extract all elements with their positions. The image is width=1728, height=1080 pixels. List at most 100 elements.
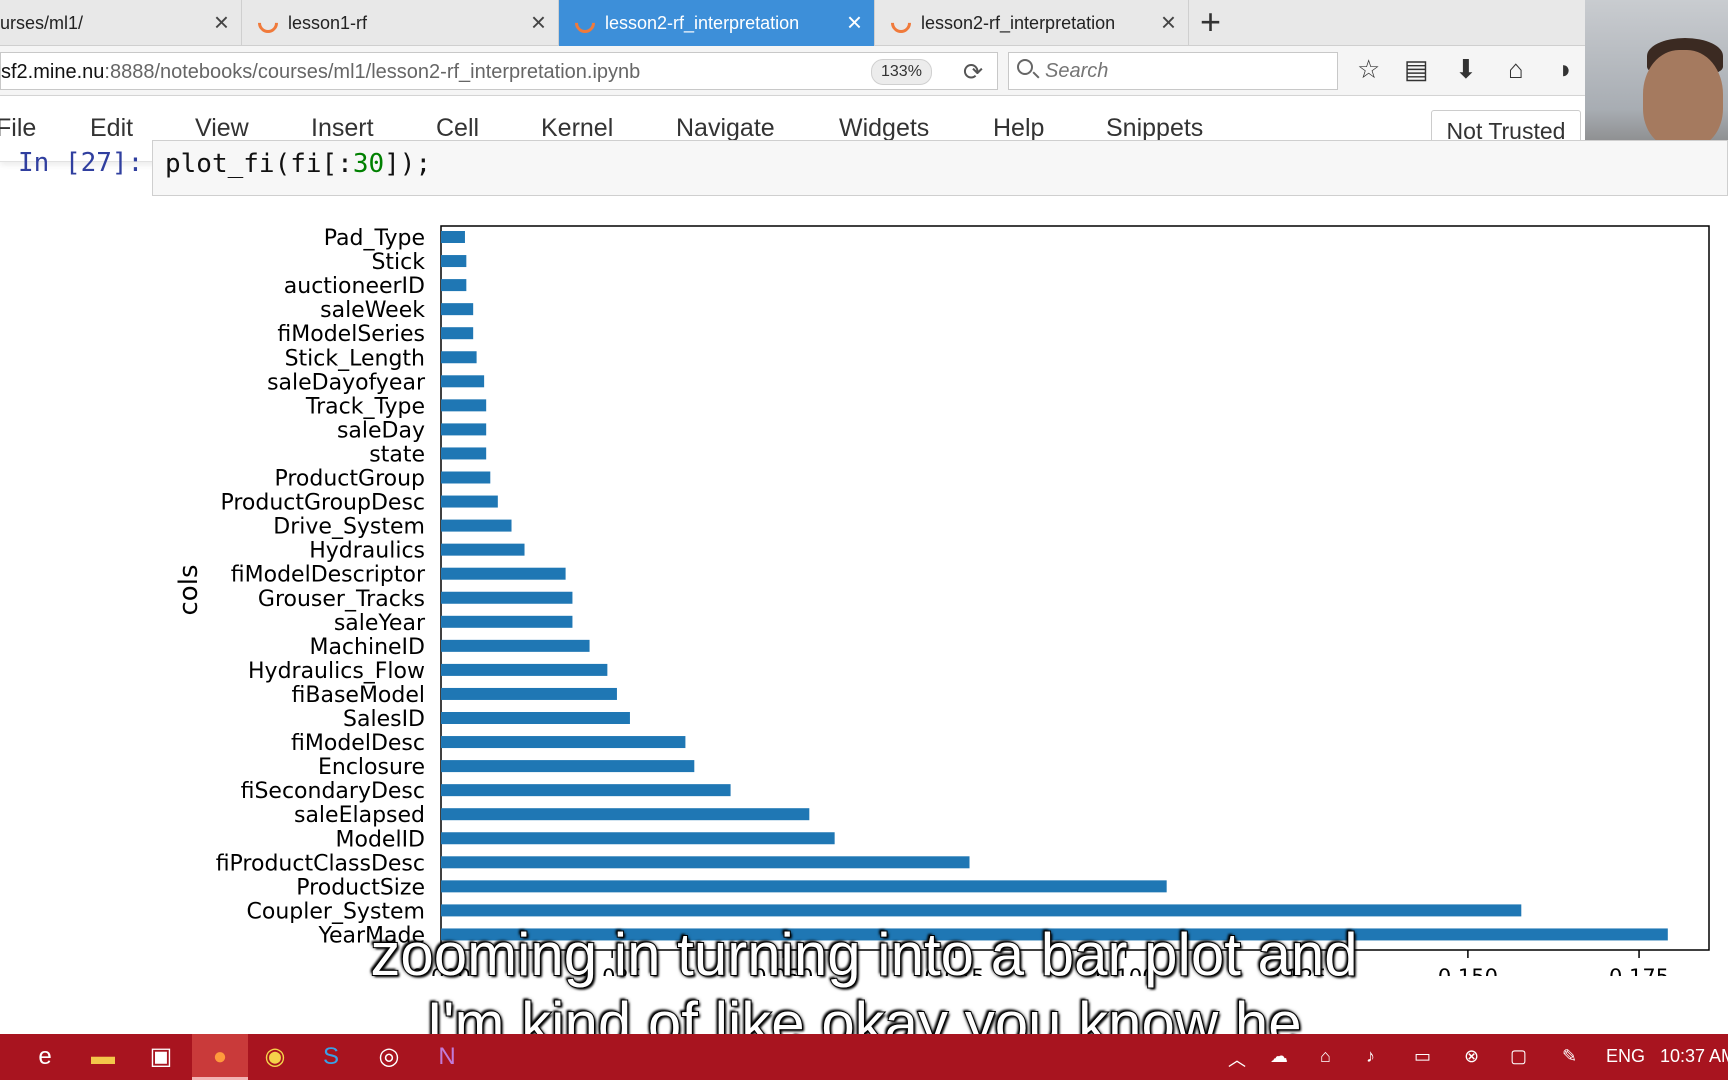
pocket-icon[interactable]: ◗ (1558, 54, 1574, 84)
subtitle-line: zooming in turning into a bar plot and (369, 921, 1358, 988)
bar-Enclosure (441, 760, 695, 773)
menu-cell[interactable]: Cell (436, 114, 479, 143)
feature-importance-chart: Pad_TypeStickauctioneerIDsaleWeekfiModel… (174, 225, 1710, 976)
pen-icon[interactable]: ✎ (1562, 1046, 1577, 1067)
zoom-level-badge[interactable]: 133% (871, 59, 932, 85)
y-tick-label: Pad_Type (324, 226, 425, 251)
menu-navigate[interactable]: Navigate (676, 114, 775, 143)
y-tick-label: fiProductClassDesc (216, 851, 425, 876)
bar-ProductSize (441, 880, 1167, 893)
browser-tab[interactable]: urses/ml1/ × (0, 0, 242, 46)
address-bar[interactable]: sf2.mine.nu:8888/notebooks/courses/ml1/l… (0, 52, 998, 90)
search-input[interactable] (1045, 59, 1325, 83)
y-tick-label: ProductSize (296, 875, 425, 900)
bar-Pad_Type (441, 231, 465, 243)
menu-insert[interactable]: Insert (311, 114, 374, 143)
bar-Track_Type (441, 399, 487, 412)
bar-Grouser_Tracks (441, 591, 573, 604)
browser-tab-active[interactable]: lesson2-rf_interpretation × (559, 0, 875, 46)
bar-ProductGroupDesc (441, 495, 498, 508)
y-tick-label: Stick (371, 250, 425, 275)
menu-kernel[interactable]: Kernel (541, 114, 613, 143)
network-icon[interactable]: ⌂ (1320, 1046, 1331, 1067)
code-line[interactable]: plot_fi(fi[:30]); (165, 149, 431, 179)
new-tab-icon[interactable]: + (1200, 4, 1221, 40)
url-host: sf2.mine.nu (1, 61, 105, 83)
y-tick-label: Hydraulics_Flow (248, 659, 425, 684)
tab-title: lesson1-rf (288, 13, 368, 33)
y-tick-label: Hydraulics (309, 539, 425, 564)
onedrive-icon[interactable]: ☁ (1270, 1046, 1288, 1067)
obs-icon[interactable]: ◎ (374, 1042, 404, 1072)
y-axis-label: cols (174, 565, 204, 616)
code-number: 30 (352, 149, 385, 179)
y-tick-label: Enclosure (318, 755, 425, 780)
language-indicator[interactable]: ENG (1606, 1046, 1645, 1067)
home-icon[interactable]: ⌂ (1508, 54, 1524, 84)
bar-saleDayofyear (441, 375, 485, 388)
show-hidden-icons-icon[interactable]: ︿ (1228, 1046, 1246, 1072)
bar-saleElapsed (441, 808, 810, 821)
search-box[interactable] (1008, 52, 1338, 90)
edge-icon[interactable]: e (30, 1042, 60, 1072)
bar-Stick_Length (441, 351, 477, 364)
menu-snippets[interactable]: Snippets (1106, 114, 1203, 143)
y-tick-label: fiModelSeries (277, 322, 425, 347)
battery-icon[interactable]: ▭ (1414, 1046, 1431, 1067)
y-tick-label: ProductGroupDesc (220, 491, 425, 516)
bar-fiModelDescriptor (441, 567, 566, 580)
bar-Hydraulics_Flow (441, 663, 608, 676)
browser-tab[interactable]: lesson2-rf_interpretation × (875, 0, 1189, 46)
url-text[interactable]: sf2.mine.nu:8888/notebooks/courses/ml1/l… (1, 61, 640, 84)
bar-saleWeek (441, 303, 474, 316)
y-tick-label: saleWeek (320, 298, 425, 323)
code-cell-input[interactable]: plot_fi(fi[:30]); (152, 140, 1728, 196)
menu-edit[interactable]: Edit (90, 114, 133, 143)
skype-icon[interactable]: S (316, 1042, 346, 1072)
app-icon[interactable]: ▣ (146, 1042, 176, 1072)
firefox-icon[interactable]: ● (205, 1042, 235, 1072)
bar-SalesID (441, 712, 630, 724)
close-icon[interactable]: × (847, 9, 862, 35)
bar-fiBaseModel (441, 687, 617, 700)
bar-fiSecondaryDesc (441, 784, 731, 797)
y-tick-label: saleDayofyear (267, 370, 426, 395)
menu-help[interactable]: Help (993, 114, 1044, 143)
notification-error-icon[interactable]: ⊗ (1464, 1046, 1479, 1067)
y-tick-label: Grouser_Tracks (258, 587, 425, 612)
y-tick-labels: Pad_TypeStickauctioneerIDsaleWeekfiModel… (216, 226, 426, 948)
close-icon[interactable]: × (214, 9, 229, 35)
bookmark-star-icon[interactable]: ☆ (1357, 54, 1380, 84)
y-tick-label: fiModelDesc (291, 731, 425, 756)
menu-file[interactable]: File (0, 114, 36, 143)
menu-view[interactable]: View (195, 114, 249, 143)
chrome-icon[interactable]: ◉ (260, 1042, 290, 1072)
bar-fiProductClassDesc (441, 856, 970, 869)
bar-MachineID (441, 639, 590, 652)
reload-icon[interactable]: ⟳ (963, 58, 983, 87)
y-tick-label: state (369, 442, 425, 467)
y-tick-label: saleElapsed (294, 803, 425, 828)
y-tick-label: ProductGroup (274, 467, 425, 492)
bar-Coupler_System (441, 904, 1522, 917)
volume-icon[interactable]: ♪ (1366, 1046, 1375, 1067)
loading-spinner-icon (253, 8, 283, 38)
code-suffix: ]); (384, 149, 432, 179)
screen: urses/ml1/ × lesson1-rf × lesson2-rf_int… (0, 0, 1728, 1080)
browser-tab[interactable]: lesson1-rf × (242, 0, 559, 46)
bar-Stick (441, 255, 467, 268)
onenote-icon[interactable]: N (432, 1042, 462, 1072)
display-icon[interactable]: ▢ (1510, 1046, 1527, 1067)
reading-list-icon[interactable]: ▤ (1404, 54, 1429, 84)
file-explorer-icon[interactable]: ▬ (88, 1042, 118, 1072)
close-icon[interactable]: × (1161, 9, 1176, 35)
close-icon[interactable]: × (531, 9, 546, 35)
clock[interactable]: 10:37 AM (1660, 1046, 1728, 1067)
tab-title: urses/ml1/ (0, 13, 84, 33)
menu-widgets[interactable]: Widgets (839, 114, 929, 143)
bars-group (441, 231, 1668, 941)
download-icon[interactable]: ⬇ (1455, 54, 1477, 84)
windows-taskbar: e ▬ ▣ ● ◉ S ◎ N ︿ ☁ ⌂ ♪ ▭ ⊗ ▢ ✎ ENG 10:3… (0, 1034, 1728, 1080)
tab-title: lesson2-rf_interpretation (921, 13, 1116, 33)
y-tick-label: Stick_Length (285, 346, 425, 371)
